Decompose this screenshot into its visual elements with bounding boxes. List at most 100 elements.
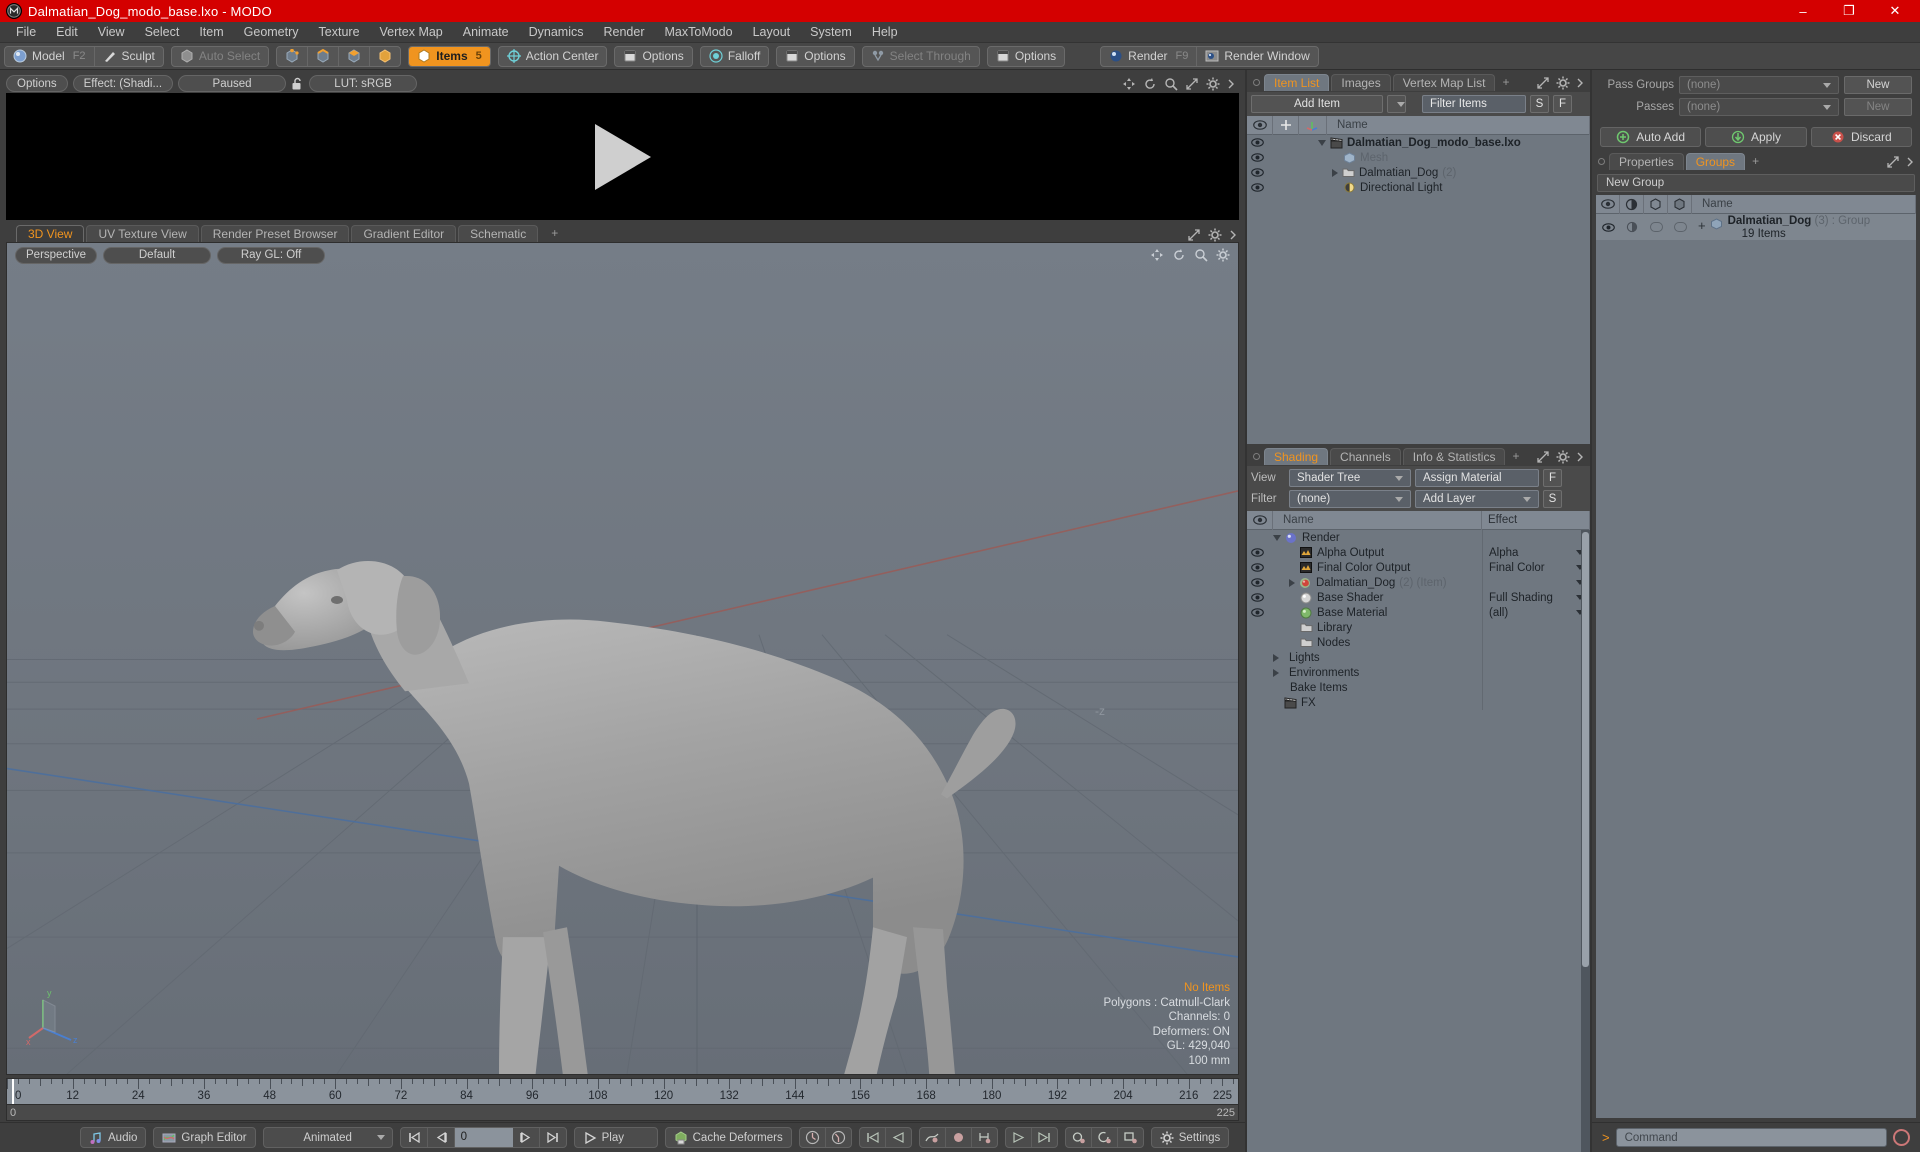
3d-viewport[interactable]: -z Perspective Default Ray GL: Off y z x… (6, 242, 1239, 1075)
auto-select-button[interactable]: Auto Select (172, 47, 268, 66)
polygon-icon[interactable] (339, 46, 371, 66)
shade-icon[interactable] (1620, 221, 1644, 233)
shader-tree-row[interactable]: Base Shader Full Shading (1247, 590, 1590, 605)
move-icon[interactable] (1122, 77, 1136, 91)
menu-item-texture[interactable]: Texture (309, 22, 370, 43)
eye-icon[interactable] (1247, 138, 1267, 147)
add-tab-button[interactable]: + (1507, 448, 1524, 465)
item-list-tab-images[interactable]: Images (1331, 74, 1391, 91)
menu-item-view[interactable]: View (88, 22, 135, 43)
filter-s-button[interactable]: S (1530, 95, 1549, 113)
play-button[interactable]: Play (575, 1128, 657, 1147)
eye-icon[interactable] (1247, 153, 1267, 162)
menu-item-dynamics[interactable]: Dynamics (519, 22, 594, 43)
animated-select[interactable]: Animated (264, 1128, 392, 1147)
groups-tree[interactable]: Name + Dalmatian_Dog (3) : Group 19 Items (1596, 195, 1916, 1118)
solid-toggle[interactable] (1668, 222, 1692, 232)
clock-fwd-icon[interactable] (800, 1128, 826, 1147)
shader-effect-cell[interactable]: Final Color (1482, 560, 1590, 575)
axis-gizmo[interactable]: y z x (25, 980, 91, 1046)
menu-item-select[interactable]: Select (135, 22, 190, 43)
add-layer-select[interactable]: Add Layer (1415, 490, 1539, 508)
render-preview-canvas[interactable] (6, 93, 1239, 220)
shading-tab-channels[interactable]: Channels (1330, 448, 1401, 465)
shader-tree-scrollbar[interactable] (1581, 530, 1590, 1152)
shader-effect-cell[interactable] (1482, 620, 1590, 635)
cache-deformers-button[interactable]: Cache Deformers (666, 1128, 791, 1147)
eye-icon[interactable] (1247, 168, 1267, 177)
key-remove-icon[interactable] (1118, 1128, 1143, 1147)
render-window-button[interactable]: Render Window (1197, 47, 1317, 66)
shader-tree-row[interactable]: Nodes (1247, 635, 1590, 650)
maximize-icon[interactable] (1187, 228, 1201, 242)
arrow-right-icon[interactable] (1576, 450, 1584, 464)
item-list-tree[interactable]: Name Dalmatian_Dog_modo_base.lxo Mesh Dalm… (1247, 116, 1590, 444)
gear-icon[interactable] (1208, 228, 1222, 242)
shading-tab-info-statistics[interactable]: Info & Statistics (1402, 448, 1506, 465)
tab-schematic[interactable]: Schematic (458, 225, 539, 242)
preview-options-button[interactable]: Options (6, 75, 68, 92)
menu-item-edit[interactable]: Edit (46, 22, 88, 43)
close-button[interactable]: ✕ (1872, 0, 1918, 22)
shader-effect-cell[interactable]: Full Shading (1482, 590, 1590, 605)
select-through-button[interactable]: Select Through (863, 47, 979, 66)
apply-button[interactable]: Apply (1705, 127, 1807, 147)
tab-uv-texture-view[interactable]: UV Texture View (86, 225, 199, 242)
assign-material-button[interactable]: Assign Material (1415, 469, 1539, 487)
maximize-icon[interactable] (1536, 76, 1550, 90)
rotate-icon[interactable] (1172, 248, 1186, 262)
panel-grip-icon[interactable] (1598, 158, 1605, 165)
key-prev-icon[interactable] (886, 1128, 911, 1147)
key-next-icon[interactable] (1006, 1128, 1032, 1147)
pass-groups-new-button[interactable]: New (1844, 76, 1912, 94)
add-tab-button[interactable]: + (1497, 74, 1514, 91)
auto-add-button[interactable]: Auto Add (1600, 127, 1702, 147)
menu-item-help[interactable]: Help (862, 22, 908, 43)
shader-effect-cell[interactable] (1482, 575, 1590, 590)
curve-key-icon[interactable] (920, 1128, 946, 1147)
preview-paused-button[interactable]: Paused (178, 75, 287, 92)
chevron-right-icon[interactable] (1332, 168, 1338, 177)
shader-tree-row[interactable]: FX (1247, 695, 1590, 710)
maximize-icon[interactable] (1886, 155, 1900, 169)
shader-effect-cell[interactable] (1482, 650, 1590, 665)
shader-effect-cell[interactable]: (all) (1482, 605, 1590, 620)
item-list-tab-vertex-map-list[interactable]: Vertex Map List (1392, 74, 1496, 91)
filter-f-button[interactable]: F (1553, 95, 1572, 113)
unlock-icon[interactable] (291, 76, 304, 91)
add-item-dropdown[interactable] (1387, 95, 1406, 113)
shading-f-button[interactable]: F (1543, 469, 1562, 487)
shader-effect-cell[interactable] (1482, 635, 1590, 650)
prev-key-icon[interactable] (428, 1128, 455, 1147)
shader-tree-row[interactable]: Base Material (all) (1247, 605, 1590, 620)
shader-tree-row[interactable]: Bake Items (1247, 680, 1590, 695)
settings-button[interactable]: Settings (1152, 1128, 1229, 1147)
shader-tree-row[interactable]: Final Color Output Final Color (1247, 560, 1590, 575)
tab-3d-view[interactable]: 3D View (16, 225, 85, 242)
panel-grip-icon[interactable] (1253, 79, 1260, 86)
tab-gradient-editor[interactable]: Gradient Editor (351, 225, 457, 242)
gear-icon[interactable] (1556, 450, 1570, 464)
key-first-icon[interactable] (860, 1128, 886, 1147)
key-set-icon[interactable] (1066, 1128, 1092, 1147)
item-list-row[interactable]: Mesh (1247, 150, 1590, 165)
arrow-right-icon[interactable] (1906, 155, 1914, 169)
first-frame-icon[interactable] (401, 1128, 428, 1147)
eye-icon[interactable] (1247, 608, 1267, 617)
play-triangle-icon[interactable] (594, 123, 651, 190)
options-button-1[interactable]: Options (615, 47, 691, 66)
tab-render-preset-browser[interactable]: Render Preset Browser (200, 225, 350, 242)
rotate-icon[interactable] (1143, 77, 1157, 91)
action-center-button[interactable]: Action Center (499, 47, 607, 66)
eye-icon[interactable] (1247, 593, 1267, 602)
key-rotate-icon[interactable] (1092, 1128, 1118, 1147)
chevron-down-icon[interactable] (1318, 139, 1326, 146)
menu-item-maxtomodo[interactable]: MaxToModo (655, 22, 743, 43)
wire-toggle[interactable] (1644, 222, 1668, 232)
gear-icon[interactable] (1216, 248, 1230, 262)
groups-tab-properties[interactable]: Properties (1609, 153, 1684, 170)
timeline-range[interactable]: 0 225 (6, 1105, 1239, 1121)
move-icon[interactable] (1150, 248, 1164, 262)
items-button[interactable]: Items 5 (409, 46, 490, 66)
panel-grip-icon[interactable] (1253, 453, 1260, 460)
